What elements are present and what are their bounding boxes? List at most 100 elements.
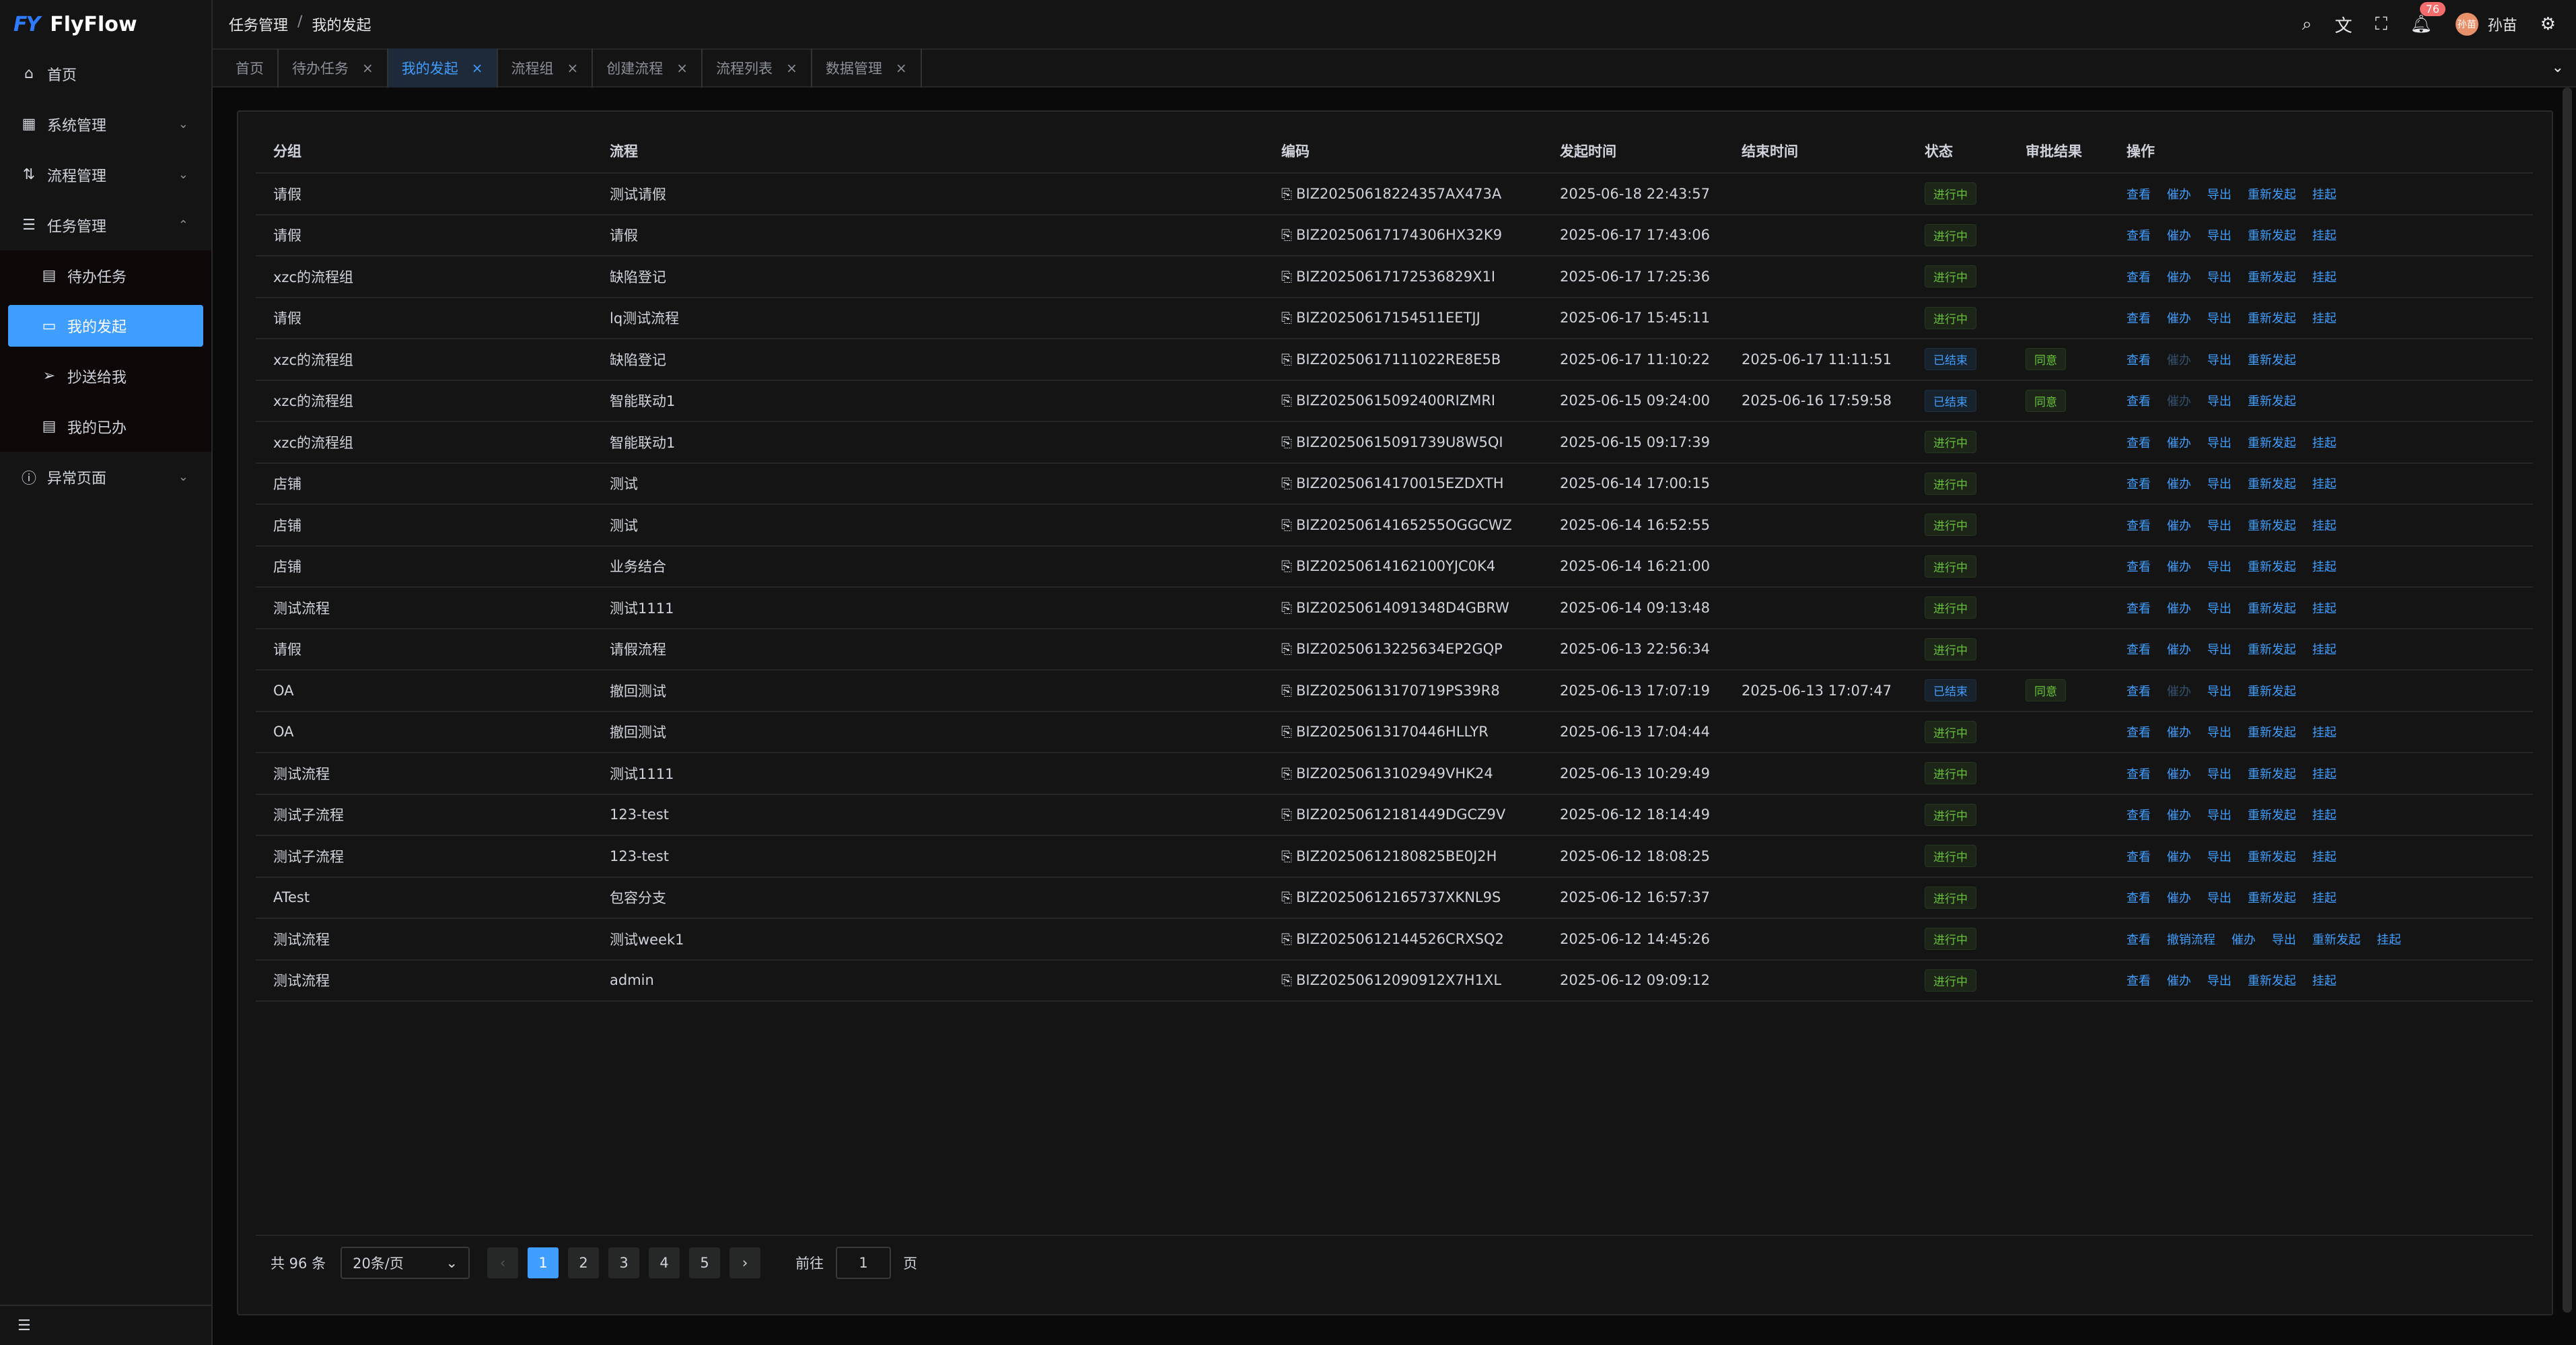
action-link[interactable]: 重新发起 [2248,475,2296,492]
copy-icon[interactable]: ⎘ [1281,600,1292,616]
chevron-down-icon[interactable]: ⌄ [2552,59,2564,76]
sidebar-item-done[interactable]: ▤ 我的已办 [8,401,203,452]
table-row[interactable]: ATest 包容分支 ⎘ BIZ20250612165737XKNL9S 2025-06… [256,878,2533,919]
action-link[interactable]: 查看 [2126,475,2151,492]
action-link[interactable]: 导出 [2207,516,2231,534]
action-link[interactable]: 挂起 [2312,848,2336,865]
copy-icon[interactable]: ⎘ [1281,475,1292,491]
app-logo[interactable]: FY FlyFlow [0,0,211,48]
action-link[interactable]: 挂起 [2312,806,2336,823]
action-link[interactable]: 查看 [2126,806,2151,823]
action-link[interactable]: 查看 [2126,557,2151,575]
action-link[interactable]: 重新发起 [2248,516,2296,534]
action-link[interactable]: 查看 [2126,971,2151,989]
action-link[interactable]: 重新发起 [2248,723,2296,740]
action-link[interactable]: 重新发起 [2248,682,2296,699]
copy-icon[interactable]: ⎘ [1281,351,1292,368]
sidebar-item-task[interactable]: ☰ 任务管理 ⌃ [0,200,211,250]
action-link[interactable]: 挂起 [2312,475,2336,492]
action-link[interactable]: 催办 [2167,723,2191,740]
tab-item[interactable]: 流程列表 × [703,48,812,88]
search-icon[interactable]: ⌕ [2302,14,2312,35]
close-icon[interactable]: × [676,60,688,76]
action-link[interactable]: 挂起 [2312,971,2336,989]
table-row[interactable]: xzc的流程组 缺陷登记 ⎘ BIZ20250617172536829X1I 2025-… [256,256,2533,298]
action-link[interactable]: 催办 [2167,268,2191,285]
action-link[interactable]: 导出 [2207,351,2231,368]
action-link[interactable]: 挂起 [2312,723,2336,740]
action-link[interactable]: 重新发起 [2248,557,2296,575]
breadcrumb-item[interactable]: 任务管理 [229,13,288,35]
action-link[interactable]: 催办 [2167,475,2191,492]
action-link[interactable]: 查看 [2126,765,2151,782]
action-link[interactable]: 查看 [2126,930,2151,948]
action-link[interactable]: 查看 [2126,185,2151,203]
copy-icon[interactable]: ⎘ [1281,683,1292,699]
copy-icon[interactable]: ⎘ [1281,517,1292,533]
action-link[interactable]: 导出 [2207,475,2231,492]
table-row[interactable]: xzc的流程组 智能联动1 ⎘ BIZ20250615092400RIZMRI 2025… [256,381,2533,422]
action-link[interactable]: 催办 [2167,226,2191,244]
table-row[interactable]: 测试子流程 123-test ⎘ BIZ20250612181449DGCZ9V 202… [256,795,2533,836]
action-link[interactable]: 催办 [2167,599,2191,617]
copy-icon[interactable]: ⎘ [1281,931,1292,947]
copy-icon[interactable]: ⎘ [1281,310,1292,326]
action-link[interactable]: 挂起 [2312,765,2336,782]
prev-page-button[interactable]: ‹ [487,1247,519,1278]
copy-icon[interactable]: ⎘ [1281,392,1292,409]
action-link[interactable]: 导出 [2207,682,2231,699]
page-size-select[interactable]: 20条/页 ⌄ [341,1247,470,1279]
action-link[interactable]: 导出 [2207,309,2231,326]
table-row[interactable]: 请假 lq测试流程 ⎘ BIZ20250617154511EETJJ 2025-06-1… [256,298,2533,339]
close-icon[interactable]: × [567,60,579,76]
close-icon[interactable]: × [786,60,797,76]
scrollbar[interactable] [2563,88,2572,1313]
action-link[interactable]: 挂起 [2312,516,2336,534]
action-link[interactable]: 催办 [2167,434,2191,451]
action-link[interactable]: 查看 [2126,599,2151,617]
action-link[interactable]: 导出 [2207,434,2231,451]
copy-icon[interactable]: ⎘ [1281,848,1292,864]
next-page-button[interactable]: › [729,1247,761,1278]
action-link[interactable]: 催办 [2167,765,2191,782]
copy-icon[interactable]: ⎘ [1281,434,1292,450]
action-link[interactable]: 挂起 [2312,889,2336,906]
action-link[interactable]: 挂起 [2312,640,2336,658]
action-link[interactable]: 导出 [2207,889,2231,906]
action-link[interactable]: 查看 [2126,723,2151,740]
action-link[interactable]: 查看 [2126,516,2151,534]
gear-icon[interactable]: ⚙ [2540,14,2556,34]
close-icon[interactable]: × [472,60,483,76]
action-link[interactable]: 导出 [2207,599,2231,617]
action-link[interactable]: 催办 [2167,848,2191,865]
action-link[interactable]: 导出 [2207,971,2231,989]
action-link[interactable]: 挂起 [2377,930,2401,948]
collapse-sidebar-button[interactable]: ☰ [0,1305,213,1345]
copy-icon[interactable]: ⎘ [1281,972,1292,988]
action-link[interactable]: 导出 [2207,848,2231,865]
action-link[interactable]: 导出 [2272,930,2296,948]
action-link[interactable]: 催办 [2167,806,2191,823]
action-link[interactable]: 导出 [2207,723,2231,740]
action-link[interactable]: 重新发起 [2248,434,2296,451]
action-link[interactable]: 催办 [2167,185,2191,203]
action-link[interactable]: 催办 [2167,309,2191,326]
action-link[interactable]: 催办 [2231,930,2256,948]
table-row[interactable]: xzc的流程组 缺陷登记 ⎘ BIZ20250617111022RE8E5B 2025-… [256,339,2533,381]
copy-icon[interactable]: ⎘ [1281,269,1292,285]
close-icon[interactable]: × [896,60,907,76]
action-link[interactable]: 挂起 [2312,557,2336,575]
action-link[interactable]: 重新发起 [2248,309,2296,326]
table-row[interactable]: 请假 请假流程 ⎘ BIZ20250613225634EP2GQP 2025-06-13… [256,629,2533,670]
action-link[interactable]: 挂起 [2312,309,2336,326]
action-link[interactable]: 挂起 [2312,185,2336,203]
table-row[interactable]: 测试流程 测试week1 ⎘ BIZ20250612144526CRXSQ2 2025-… [256,919,2533,961]
action-link[interactable]: 查看 [2126,309,2151,326]
sidebar-item-cc[interactable]: ➢ 抄送给我 [8,351,203,401]
action-link[interactable]: 重新发起 [2248,848,2296,865]
tab-item[interactable]: 流程组 × [498,48,594,88]
action-link[interactable]: 查看 [2126,351,2151,368]
action-link[interactable]: 重新发起 [2248,392,2296,409]
page-button[interactable]: 5 [689,1247,721,1278]
action-link[interactable]: 查看 [2126,889,2151,906]
